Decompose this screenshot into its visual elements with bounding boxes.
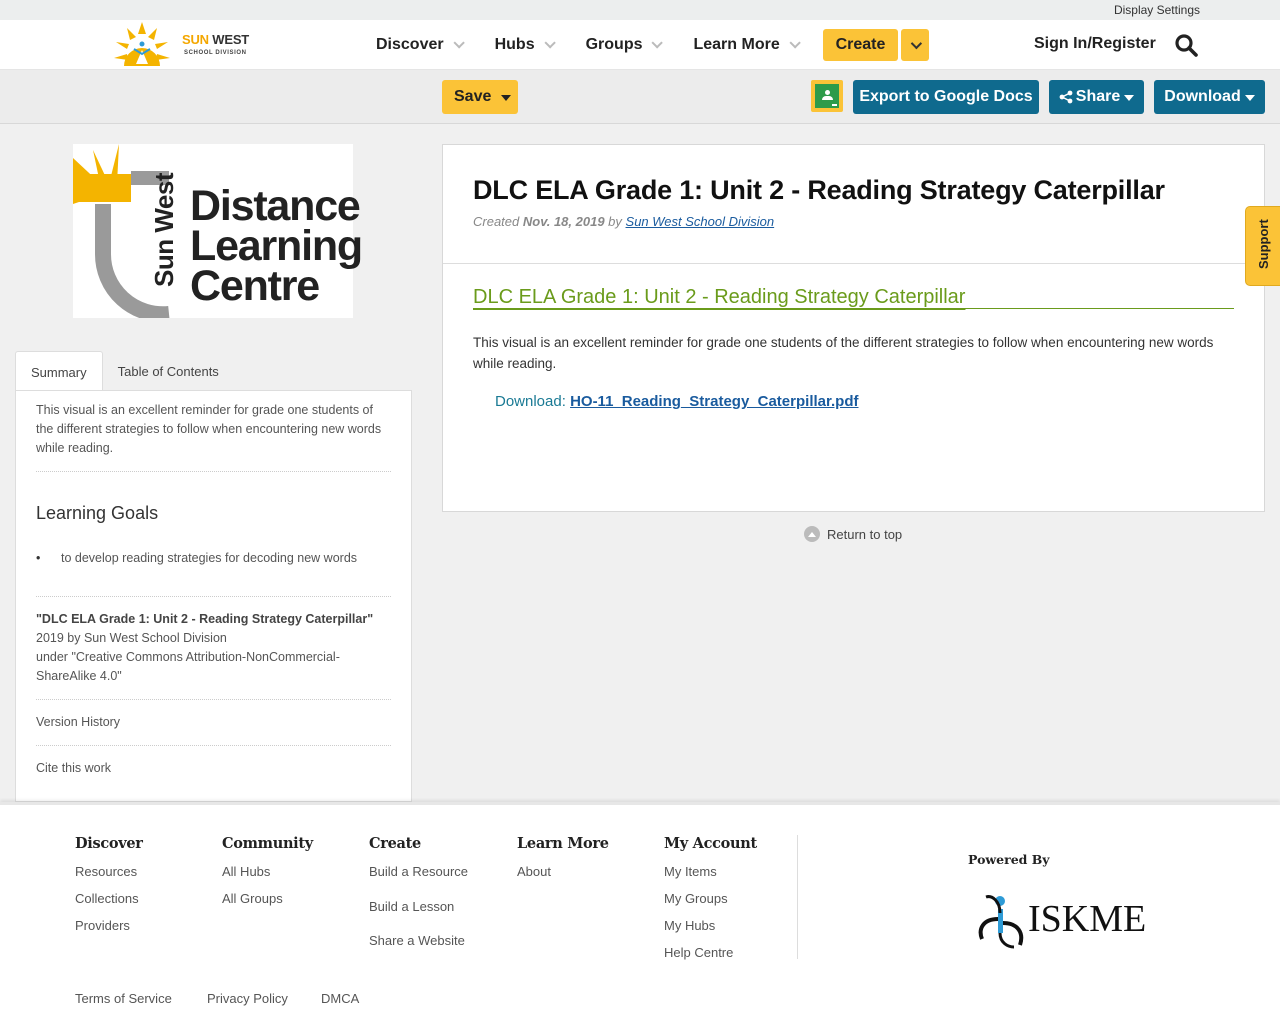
learning-goal-item: to develop reading strategies for decodi… [16,549,371,568]
nav-hubs[interactable]: Hubs [495,36,556,54]
nav-learn-more[interactable]: Learn More [693,36,801,54]
sunwest-logo[interactable]: SUN WEST SCHOOL DIVISION [112,20,254,70]
download-button[interactable]: Download [1154,80,1265,114]
signin-link[interactable]: Sign In/Register [1034,35,1156,53]
footer-link-share-website[interactable]: Share a Website [369,933,468,948]
chevron-down-icon [789,37,801,49]
main-nav: Discover Hubs Groups Learn More [376,20,831,70]
display-settings-link[interactable]: Display Settings [1114,3,1200,17]
created-date: Nov. 18, 2019 [522,214,605,229]
caret-down-icon [1244,95,1255,101]
tab-summary[interactable]: Summary [15,351,103,392]
footer-link-all-hubs[interactable]: All Hubs [222,864,313,879]
brand-division: SCHOOL DIVISION [184,50,247,56]
iskme-swirl-icon [978,895,1024,949]
sun-logo-icon [114,22,170,66]
search-icon[interactable] [1174,33,1198,57]
chevron-down-icon [651,37,664,49]
divider [443,263,1264,264]
chevron-down-icon [544,37,556,49]
attribution-year-author: 2019 by Sun West School Division [36,631,227,645]
support-tab[interactable]: Support [1245,206,1280,286]
site-footer: Discover Resources Collections Providers… [0,802,1280,1024]
resource-content: DLC ELA Grade 1: Unit 2 - Reading Strate… [442,144,1265,512]
tab-table-of-contents[interactable]: Table of Contents [103,351,234,391]
resource-toolbar: Save Export to Google Docs Share Downloa… [0,70,1280,124]
summary-panel: This visual is an excellent reminder for… [15,390,412,802]
caret-down-icon [1124,95,1135,101]
footer-create: Create Build a Resource Build a Lesson S… [369,835,468,948]
divider [36,596,391,597]
nav-groups[interactable]: Groups [586,36,664,54]
export-google-docs-button[interactable]: Export to Google Docs [853,80,1039,114]
chevron-down-icon [453,37,465,49]
footer-my-account: My Account My Items My Groups My Hubs He… [664,835,757,960]
footer-link-providers[interactable]: Providers [75,918,143,933]
footer-link-help-centre[interactable]: Help Centre [664,945,757,960]
save-button[interactable]: Save [442,80,518,114]
divider [36,745,391,746]
footer-link-build-resource[interactable]: Build a Resource [369,864,468,879]
powered-by-label: Powered By [968,852,1050,867]
google-classroom-button[interactable] [811,80,843,112]
version-history-link[interactable]: Version History [36,713,391,732]
download-line: Download: HO-11_Reading_Strategy_Caterpi… [495,393,859,410]
utility-bar: Display Settings [0,0,1280,20]
chevron-down-icon [910,37,923,50]
learning-goals-list: to develop reading strategies for decodi… [16,549,371,568]
resource-description: This visual is an excellent reminder for… [473,335,1214,371]
attribution-license: under "Creative Commons Attribution-NonC… [36,650,340,683]
footer-learn-more: Learn More About [517,835,609,879]
return-to-top-link[interactable]: Return to top [804,526,902,542]
section-title-link[interactable]: DLC ELA Grade 1: Unit 2 - Reading Strate… [473,284,1234,309]
footer-community: Community All Hubs All Groups [222,835,313,906]
iskme-logo[interactable]: ISKME [978,889,1148,949]
share-button[interactable]: Share [1049,80,1144,114]
attribution: "DLC ELA Grade 1: Unit 2 - Reading Strat… [36,610,391,686]
site-header: SUN WEST SCHOOL DIVISION Discover Hubs G… [0,20,1280,70]
footer-link-collections[interactable]: Collections [75,891,143,906]
share-icon [1059,90,1073,104]
create-button[interactable]: Create [823,29,898,61]
provider-logo-text: Distance Learning Centre [190,182,363,310]
divider [36,471,391,472]
download-file-link[interactable]: HO-11_Reading_Strategy_Caterpillar.pdf [570,393,858,410]
footer-link-build-lesson[interactable]: Build a Lesson [369,899,468,914]
arrow-up-icon [804,526,820,542]
brand-name: SUN WEST [182,32,250,47]
footer-link-all-groups[interactable]: All Groups [222,891,313,906]
footer-link-my-groups[interactable]: My Groups [664,891,757,906]
footer-link-my-items[interactable]: My Items [664,864,757,879]
footer-link-about[interactable]: About [517,864,609,879]
privacy-link[interactable]: Privacy Policy [207,991,288,1006]
attribution-title: "DLC ELA Grade 1: Unit 2 - Reading Strat… [36,612,374,626]
terms-link[interactable]: Terms of Service [75,991,172,1006]
cite-work-link[interactable]: Cite this work [36,759,391,778]
footer-link-resources[interactable]: Resources [75,864,143,879]
caret-down-icon [501,95,512,101]
dmca-link[interactable]: DMCA [321,991,359,1006]
footer-link-my-hubs[interactable]: My Hubs [664,918,757,933]
page-title: DLC ELA Grade 1: Unit 2 - Reading Strate… [473,175,1165,205]
footer-divider [797,835,798,959]
learning-goals-heading: Learning Goals [36,503,159,523]
summary-tabs: Summary Table of Contents [15,351,234,392]
summary-text: This visual is an excellent reminder for… [36,403,382,455]
resource-meta: Created Nov. 18, 2019 by Sun West School… [473,214,775,229]
nav-discover[interactable]: Discover [376,36,465,54]
create-dropdown-button[interactable] [901,29,929,61]
provider-logo-vertical-text: Sun West [149,173,179,287]
footer-discover: Discover Resources Collections Providers [75,835,143,933]
provider-logo: Sun West Distance Learning Centre [73,144,363,318]
author-link[interactable]: Sun West School Division [626,214,775,229]
divider [36,699,391,700]
